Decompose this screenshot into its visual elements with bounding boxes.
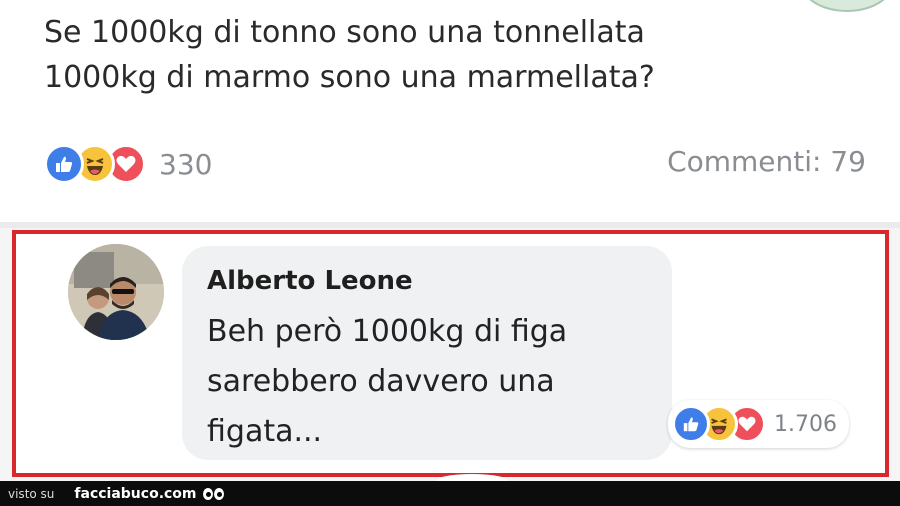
reaction-count: 330 bbox=[159, 147, 213, 181]
post-text-line: 1000kg di marmo sono una marmellata? bbox=[44, 60, 655, 95]
brand-name[interactable]: facciabuco.com bbox=[74, 486, 196, 502]
eyes-icon bbox=[202, 487, 225, 500]
post-reactions[interactable]: 330 bbox=[44, 141, 212, 187]
reaction-count: 1.706 bbox=[774, 411, 837, 437]
comment-text-line: figata... bbox=[207, 414, 323, 449]
comment-text-line: sarebbero davvero una bbox=[207, 364, 555, 399]
like-icon bbox=[672, 405, 710, 443]
like-icon bbox=[44, 144, 84, 184]
comment-reactions[interactable]: 1.706 bbox=[668, 400, 849, 448]
comment-text-line: Beh però 1000kg di figa bbox=[207, 314, 568, 349]
comments-count[interactable]: Commenti: 79 bbox=[667, 145, 866, 178]
post-card: Se 1000kg di tonno sono una tonnellata 1… bbox=[0, 0, 900, 222]
avatar[interactable] bbox=[68, 244, 164, 340]
watermark-bar: visto su facciabuco.com bbox=[0, 481, 900, 506]
visto-label: visto su bbox=[8, 486, 55, 501]
comment-text: Beh però 1000kg di figa sarebbero davver… bbox=[207, 307, 647, 457]
comment-author[interactable]: Alberto Leone bbox=[207, 266, 413, 296]
comment-bubble: Alberto Leone Beh però 1000kg di figa sa… bbox=[182, 246, 672, 460]
post-text-line: Se 1000kg di tonno sono una tonnellata bbox=[44, 15, 645, 50]
divider bbox=[0, 222, 900, 228]
post-text: Se 1000kg di tonno sono una tonnellata 1… bbox=[44, 10, 844, 100]
